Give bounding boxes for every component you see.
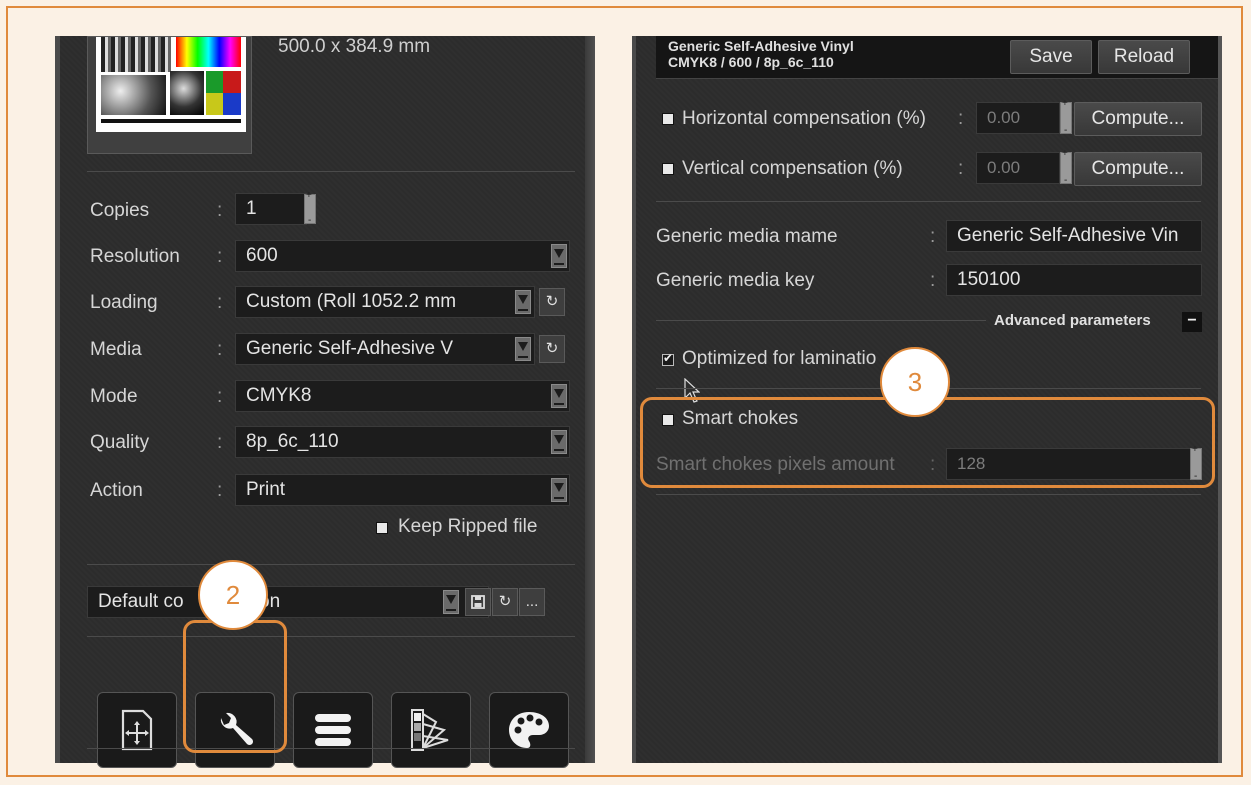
- horizontal-compensation-input[interactable]: 0.00: [976, 102, 1060, 134]
- colon: :: [217, 339, 223, 360]
- colon: :: [217, 292, 223, 313]
- action-label: Action: [90, 480, 143, 501]
- separator: [656, 494, 1201, 495]
- queue-tile[interactable]: [293, 692, 373, 768]
- page-size-text: 500.0 x 384.9 mm: [278, 36, 431, 57]
- configuration-text-a: Default co: [98, 591, 184, 612]
- optimized-lamination-checkbox[interactable]: ✔: [662, 351, 674, 366]
- resolution-select[interactable]: 600: [235, 240, 570, 272]
- generic-media-key-label: Generic media key: [656, 270, 815, 291]
- callout-3: 3: [880, 347, 950, 417]
- horizontal-compute-button[interactable]: Compute...: [1074, 102, 1202, 136]
- copies-input[interactable]: 1: [235, 193, 307, 225]
- reload-button[interactable]: Reload: [1098, 40, 1190, 74]
- loading-select[interactable]: Custom (Roll 1052.2 mm: [235, 286, 535, 318]
- quality-label: Quality: [90, 432, 150, 453]
- settings-highlight: [183, 620, 287, 753]
- separator: [87, 171, 575, 172]
- vertical-compensation-checkbox[interactable]: [662, 163, 674, 175]
- separator: [656, 320, 986, 321]
- palette-tile[interactable]: [489, 692, 569, 768]
- job-thumbnail-frame: [87, 36, 252, 154]
- media-select[interactable]: Generic Self-Adhesive V: [235, 333, 535, 365]
- vertical-compensation-label: Vertical compensation (%): [682, 158, 903, 179]
- list-icon: [315, 714, 351, 746]
- chevron-down-icon[interactable]: [515, 337, 531, 361]
- refresh-icon[interactable]: ↻: [539, 288, 565, 316]
- vertical-compensation-input[interactable]: 0.00: [976, 152, 1060, 184]
- colon: :: [958, 158, 964, 179]
- mode-label: Mode: [90, 386, 138, 407]
- colon: :: [217, 246, 223, 267]
- refresh-icon[interactable]: ↻: [492, 588, 518, 616]
- chevron-down-icon[interactable]: [551, 478, 567, 502]
- optimized-lamination-label: Optimized for laminatio: [682, 348, 877, 369]
- callout-2: 2: [198, 560, 268, 630]
- keep-ripped-checkbox[interactable]: [376, 522, 388, 534]
- resolution-label: Resolution: [90, 246, 180, 267]
- save-button[interactable]: Save: [1010, 40, 1092, 74]
- loading-label: Loading: [90, 292, 158, 313]
- chevron-down-icon[interactable]: [551, 430, 567, 454]
- save-icon[interactable]: [465, 588, 491, 616]
- generic-media-name-label: Generic media mame: [656, 226, 838, 247]
- colon: :: [217, 200, 223, 221]
- horizontal-compensation-checkbox[interactable]: [662, 113, 674, 125]
- copies-label: Copies: [90, 200, 150, 221]
- separator: [87, 636, 575, 637]
- chevron-down-icon[interactable]: [443, 590, 459, 614]
- color-swatch-icon: [411, 709, 449, 751]
- mode-select[interactable]: CMYK8: [235, 380, 570, 412]
- media-header-line1: Generic Self-Adhesive Vinyl: [668, 38, 854, 54]
- horizontal-compensation-label: Horizontal compensation (%): [682, 108, 926, 129]
- advanced-parameters-label: Advanced parameters: [994, 312, 1151, 329]
- vertical-compensation-stepper[interactable]: [1060, 148, 1072, 186]
- generic-media-key-input[interactable]: 150100: [946, 264, 1202, 296]
- chevron-down-icon[interactable]: [551, 244, 567, 268]
- action-select[interactable]: Print: [235, 474, 570, 506]
- colon: :: [217, 480, 223, 501]
- horizontal-compensation-stepper[interactable]: [1060, 98, 1072, 136]
- colon: :: [930, 226, 936, 247]
- colon: :: [217, 386, 223, 407]
- separator: [656, 201, 1201, 202]
- move-file-tile[interactable]: [97, 692, 177, 768]
- job-thumbnail[interactable]: [96, 37, 246, 132]
- chevron-down-icon[interactable]: [551, 384, 567, 408]
- separator: [87, 748, 575, 749]
- separator: [87, 564, 575, 565]
- colon: :: [217, 432, 223, 453]
- configuration-select[interactable]: Default cotion: [87, 586, 489, 618]
- palette-icon: [509, 712, 549, 748]
- color-swatch-tile[interactable]: [391, 692, 471, 768]
- refresh-icon[interactable]: ↻: [539, 335, 565, 363]
- vertical-compute-button[interactable]: Compute...: [1074, 152, 1202, 186]
- keep-ripped-label: Keep Ripped file: [398, 516, 538, 537]
- media-label: Media: [90, 339, 142, 360]
- quality-select[interactable]: 8p_6c_110: [235, 426, 570, 458]
- advanced-collapse-button[interactable]: −: [1182, 312, 1202, 332]
- colon: :: [958, 108, 964, 129]
- print-settings-panel: 500.0 x 384.9 mm Copies : 1 Resolution :…: [55, 36, 595, 768]
- colon: :: [930, 270, 936, 291]
- generic-media-name-input[interactable]: Generic Self-Adhesive Vin: [946, 220, 1202, 252]
- chevron-down-icon[interactable]: [515, 290, 531, 314]
- move-file-icon: [121, 709, 153, 751]
- copies-stepper[interactable]: [304, 190, 316, 226]
- more-button[interactable]: ...: [519, 588, 545, 616]
- media-header-line2: CMYK8 / 600 / 8p_6c_110: [668, 54, 834, 70]
